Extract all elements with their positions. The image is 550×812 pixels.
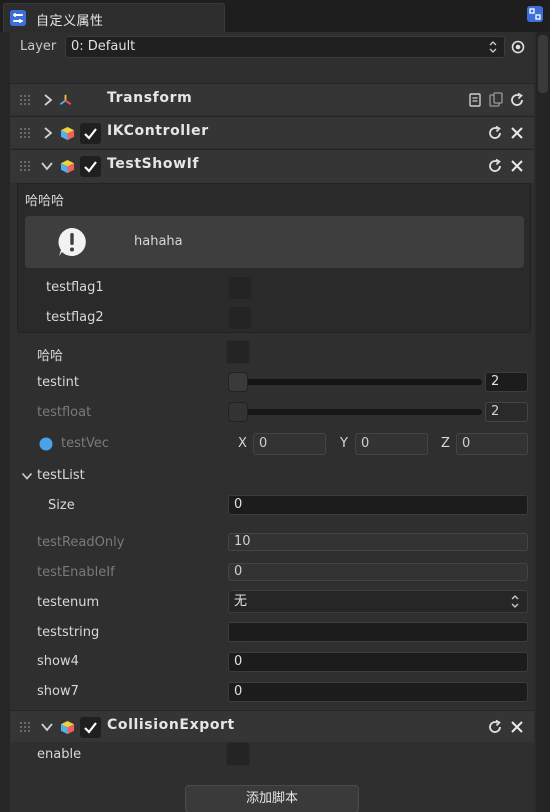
component-header-collisionexport[interactable]: CollisionExport (10, 710, 534, 742)
left-gutter (0, 32, 10, 812)
show4-input[interactable]: 0 (228, 652, 528, 672)
drag-grip-icon[interactable] (20, 95, 30, 105)
info-box: hahaha (25, 216, 524, 268)
vector-dot-icon (39, 437, 53, 451)
checkmark-icon (84, 161, 97, 173)
testflag2-checkbox[interactable] (228, 306, 252, 330)
testreadonly-label: testReadOnly (37, 535, 125, 550)
component-header-transform[interactable]: Transform (10, 83, 534, 115)
testenum-label: testenum (37, 595, 100, 610)
enable-label: enable (37, 747, 82, 762)
show7-input[interactable]: 0 (228, 682, 528, 702)
inspector-icon (10, 10, 26, 26)
transform-axes-icon (59, 94, 72, 106)
testflag2-label: testflag2 (46, 310, 104, 325)
testreadonly-input: 10 (228, 533, 528, 551)
testint-label: testint (37, 375, 79, 390)
component-title: TestShowIf (107, 156, 200, 172)
testvec-z-label: Z (441, 436, 450, 451)
testenum-select[interactable]: 无 (228, 590, 528, 613)
layer-select[interactable]: 0: Default (65, 36, 505, 58)
testlist-label[interactable]: testList (37, 468, 85, 483)
component-enabled-checkbox[interactable] (80, 717, 101, 738)
component-title: Transform (107, 90, 193, 106)
script-cube-icon (60, 126, 75, 141)
group-label: 哈哈哈 (25, 194, 65, 209)
testvec-z-input[interactable]: 0 (456, 433, 528, 455)
testfloat-label: testfloat (37, 405, 92, 420)
teststring-input[interactable] (228, 622, 528, 642)
script-cube-icon (60, 159, 75, 174)
reset-icon[interactable] (487, 158, 503, 174)
drag-grip-icon[interactable] (20, 161, 30, 171)
layer-value: 0: Default (71, 39, 136, 54)
testint-slider-track[interactable] (230, 379, 482, 385)
drag-grip-icon[interactable] (20, 128, 30, 138)
close-icon[interactable] (509, 158, 525, 174)
testenum-value: 无 (234, 594, 248, 609)
component-title: IKController (107, 123, 209, 139)
chevron-down-icon[interactable] (21, 470, 33, 482)
testint-input[interactable]: 2 (485, 372, 528, 392)
enable-checkbox[interactable] (226, 742, 250, 766)
info-text: hahaha (134, 234, 183, 249)
reset-icon[interactable] (487, 125, 503, 141)
tab-title: 自定义属性 (36, 14, 104, 29)
close-icon[interactable] (509, 125, 525, 141)
paste-icon[interactable] (488, 92, 504, 108)
updown-arrows-icon (511, 595, 519, 608)
testfloat-slider-knob[interactable] (228, 402, 248, 422)
testlist-size-input[interactable]: 0 (228, 495, 528, 515)
testlist-size-label: Size (48, 498, 75, 513)
haha-checkbox[interactable] (226, 340, 250, 364)
testflag1-checkbox[interactable] (228, 276, 252, 300)
reset-icon[interactable] (509, 92, 525, 108)
component-enabled-checkbox[interactable] (80, 156, 101, 177)
show4-label: show4 (37, 654, 79, 669)
testenableif-input[interactable]: 0 (228, 563, 528, 581)
testvec-x-input[interactable]: 0 (253, 433, 326, 455)
maximize-icon[interactable] (526, 5, 544, 23)
testvec-y-input[interactable]: 0 (355, 433, 428, 455)
chevron-right-icon[interactable] (41, 126, 55, 140)
close-icon[interactable] (509, 719, 525, 735)
testvec-y-label: Y (340, 436, 348, 451)
inspector-tab[interactable]: 自定义属性 (3, 3, 225, 32)
testfloat-input[interactable]: 2 (485, 402, 528, 422)
testint-slider-knob[interactable] (228, 372, 248, 392)
chevron-down-icon[interactable] (40, 159, 54, 173)
updown-arrows-icon (489, 41, 497, 53)
drag-grip-icon[interactable] (20, 722, 30, 732)
script-cube-icon (60, 720, 75, 735)
title-bar: 自定义属性 (0, 0, 550, 32)
checkmark-icon (84, 722, 97, 734)
scrollbar-track[interactable] (536, 32, 550, 812)
checkmark-icon (84, 128, 97, 140)
exclamation-icon (58, 228, 86, 256)
show7-label: show7 (37, 684, 79, 699)
chevron-right-icon[interactable] (41, 93, 55, 107)
component-title: CollisionExport (107, 717, 235, 733)
component-header-testshowif[interactable]: TestShowIf (10, 149, 534, 183)
reset-icon[interactable] (487, 719, 503, 735)
layer-target-icon[interactable] (511, 40, 525, 54)
testenableif-label: testEnableIf (37, 565, 115, 580)
add-script-button[interactable]: 添加脚本 (185, 785, 359, 812)
testvec-x-label: X (238, 436, 247, 451)
chevron-down-icon[interactable] (40, 720, 54, 734)
copy-icon[interactable] (467, 92, 483, 108)
component-header-ikcontroller[interactable]: IKController (10, 116, 534, 148)
scrollbar-thumb[interactable] (538, 35, 548, 93)
testfloat-slider-track[interactable] (230, 409, 482, 415)
component-enabled-checkbox[interactable] (80, 123, 101, 144)
haha-label: 哈哈 (37, 349, 64, 364)
layer-label: Layer (20, 39, 57, 54)
testflag1-label: testflag1 (46, 280, 104, 295)
testvec-label: testVec (61, 436, 109, 451)
teststring-label: teststring (37, 625, 100, 640)
